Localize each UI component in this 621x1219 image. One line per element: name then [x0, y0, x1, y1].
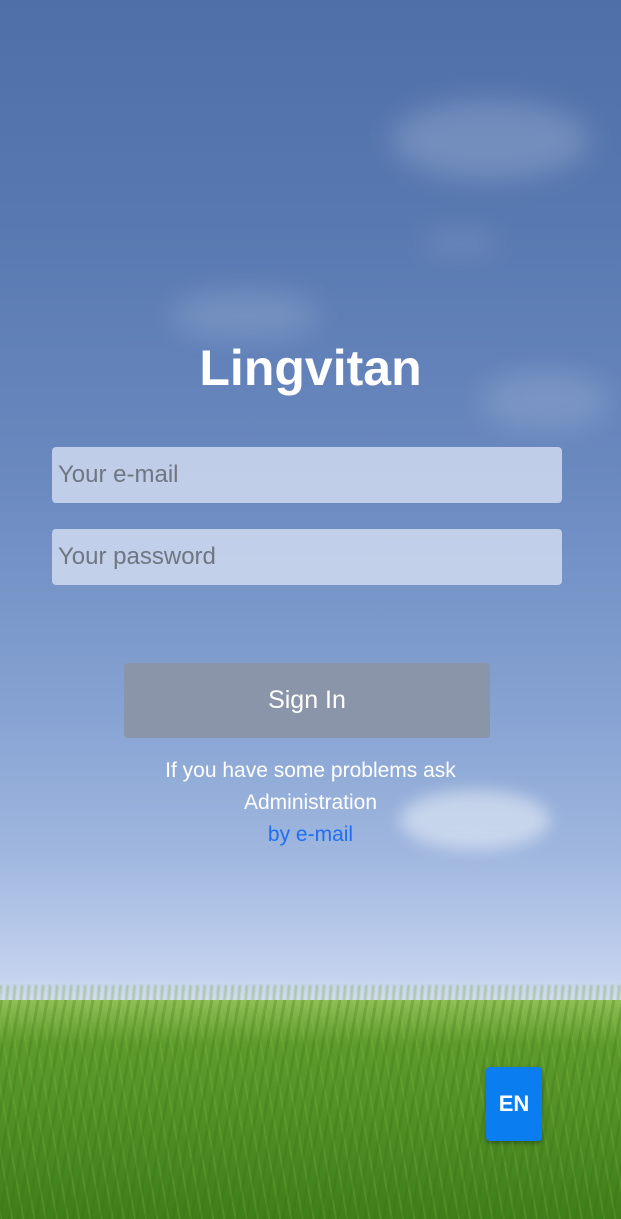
app-title: Lingvitan [199, 340, 422, 396]
sign-in-button[interactable]: Sign In [124, 663, 490, 738]
cloud [390, 100, 590, 180]
help-text: If you have some problems ask Administra… [0, 755, 621, 851]
email-link[interactable]: by e-mail [0, 819, 621, 851]
cloud [420, 230, 500, 254]
cloud [170, 290, 320, 340]
email-field[interactable] [52, 447, 562, 503]
password-field[interactable] [52, 529, 562, 585]
help-line-2: Administration [243, 791, 378, 814]
help-line-1: If you have some problems ask [165, 759, 456, 782]
language-button[interactable]: EN [486, 1067, 542, 1141]
